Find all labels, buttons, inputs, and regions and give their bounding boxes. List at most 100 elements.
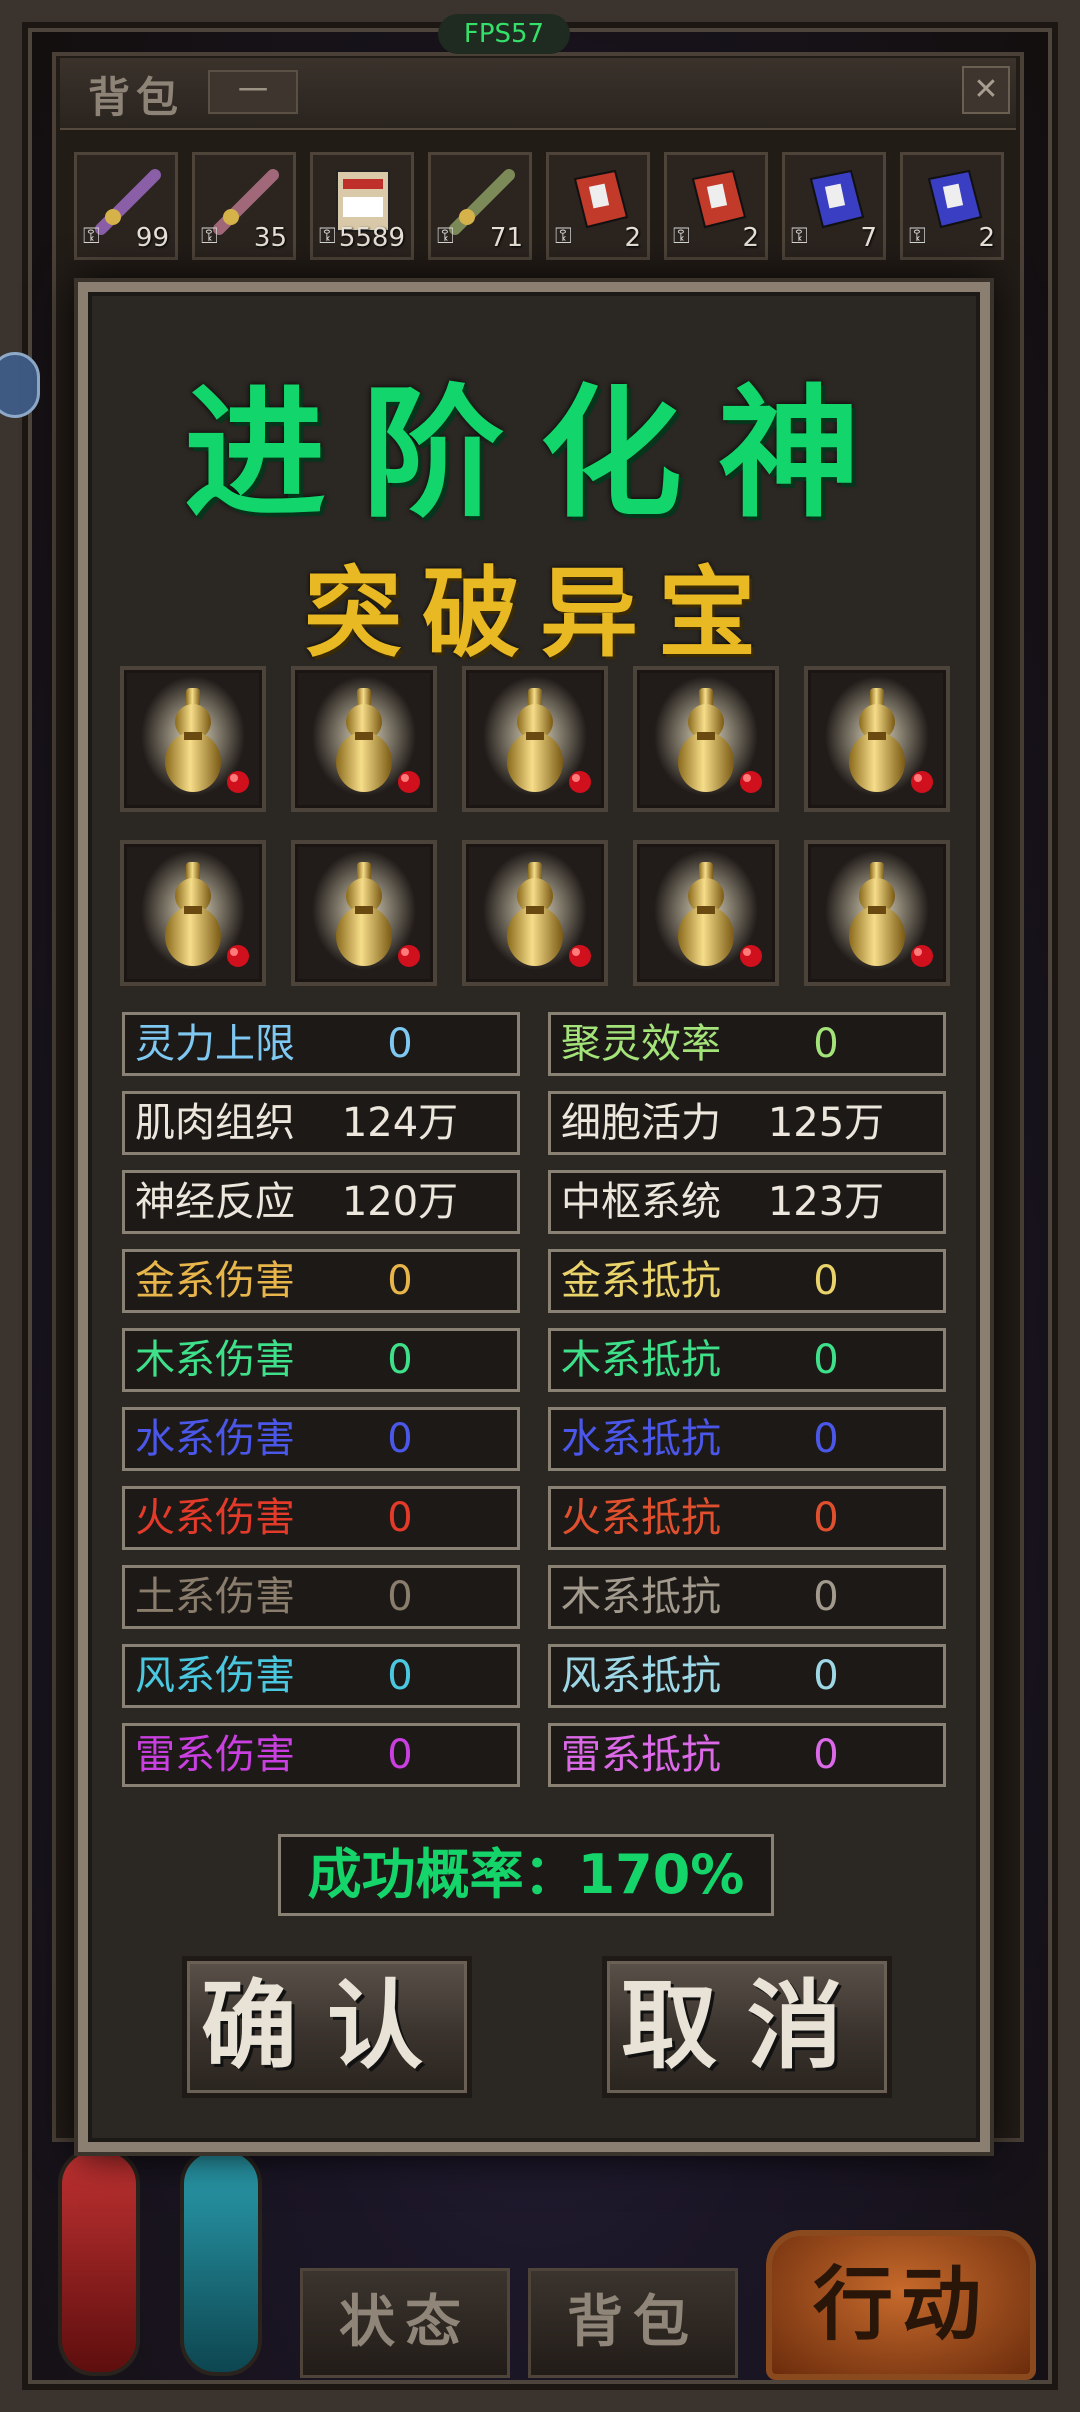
lock-icon: ⚿	[555, 224, 572, 249]
stat-value: 123万	[767, 1179, 885, 1225]
gourd-icon	[141, 676, 249, 796]
dialog-subtitle: 突破异宝	[303, 557, 776, 671]
lock-icon: ⚿	[909, 224, 926, 249]
dialog-title: 进阶化神	[184, 372, 896, 537]
item-count: 7	[860, 223, 877, 253]
stat-value: 0	[813, 1732, 839, 1778]
stat-label: 金系伤害	[135, 1258, 295, 1304]
stat-label: 神经反应	[135, 1179, 295, 1225]
stat-label: 聚灵效率	[561, 1021, 721, 1067]
stat-label: 水系伤害	[135, 1416, 295, 1462]
lock-icon: ⚿	[83, 224, 100, 249]
stat-row-left: 风系伤害 0	[122, 1644, 520, 1708]
stat-row-right: 细胞活力 125万	[548, 1091, 946, 1155]
stat-value: 0	[387, 1258, 413, 1304]
inventory-slot[interactable]: ⚿ 71	[428, 152, 532, 260]
gourd-icon	[654, 676, 762, 796]
treasure-slot[interactable]	[291, 840, 437, 986]
stat-value: 0	[387, 1021, 413, 1067]
stat-label: 火系抵抗	[561, 1495, 721, 1541]
stat-label: 肌肉组织	[135, 1100, 295, 1146]
inventory-slot[interactable]: ⚿ 35	[192, 152, 296, 260]
stat-row-right: 风系抵抗 0	[548, 1644, 946, 1708]
gourd-icon	[825, 850, 933, 970]
inventory-slot[interactable]: ⚿ 5589	[310, 152, 414, 260]
inventory-slot[interactable]: ⚿ 2	[546, 152, 650, 260]
stat-value: 0	[813, 1416, 839, 1462]
stat-value: 125万	[767, 1100, 885, 1146]
stat-value: 0	[387, 1495, 413, 1541]
treasure-slot[interactable]	[462, 666, 608, 812]
gourd-icon	[483, 850, 591, 970]
stat-row-left: 水系伤害 0	[122, 1407, 520, 1471]
bag-minimize-button[interactable]: 一	[208, 70, 298, 114]
stat-value: 0	[387, 1732, 413, 1778]
stat-value: 0	[813, 1495, 839, 1541]
cancel-button[interactable]: 取消	[602, 1956, 892, 2098]
item-count: 2	[742, 223, 759, 253]
gourd-icon	[312, 676, 420, 796]
gourd-icon	[483, 676, 591, 796]
item-count: 2	[978, 223, 995, 253]
treasure-slot[interactable]	[120, 840, 266, 986]
lock-icon: ⚿	[437, 224, 454, 249]
gourd-icon	[141, 850, 249, 970]
treasure-slot[interactable]	[462, 840, 608, 986]
inventory-slot[interactable]: ⚿ 2	[900, 152, 1004, 260]
stat-label: 中枢系统	[561, 1179, 721, 1225]
stat-value: 120万	[341, 1179, 459, 1225]
tab-bag[interactable]: 背包	[528, 2268, 738, 2378]
bag-title-bar	[60, 58, 1016, 130]
lock-icon: ⚿	[791, 224, 808, 249]
stat-row-right: 水系抵抗 0	[548, 1407, 946, 1471]
treasure-slot[interactable]	[291, 666, 437, 812]
stat-value: 0	[387, 1416, 413, 1462]
stat-label: 金系抵抗	[561, 1258, 721, 1304]
stat-row-left: 金系伤害 0	[122, 1249, 520, 1313]
stat-label: 水系抵抗	[561, 1416, 721, 1462]
stat-row-left: 火系伤害 0	[122, 1486, 520, 1550]
treasure-slot[interactable]	[633, 666, 779, 812]
gourd-icon	[654, 850, 762, 970]
stat-label: 木系伤害	[135, 1337, 295, 1383]
stat-row-right: 金系抵抗 0	[548, 1249, 946, 1313]
stat-value: 0	[813, 1574, 839, 1620]
stat-label: 雷系抵抗	[561, 1732, 721, 1778]
treasure-slot[interactable]	[633, 840, 779, 986]
stat-value: 0	[813, 1653, 839, 1699]
item-count: 2	[624, 223, 641, 253]
stat-row-left: 雷系伤害 0	[122, 1723, 520, 1787]
stat-row-right: 中枢系统 123万	[548, 1170, 946, 1234]
action-button[interactable]: 行动	[766, 2230, 1036, 2380]
stat-row-left: 木系伤害 0	[122, 1328, 520, 1392]
inventory-slot[interactable]: ⚿ 99	[74, 152, 178, 260]
stat-value: 0	[387, 1337, 413, 1383]
stat-label: 风系伤害	[135, 1653, 295, 1699]
treasure-slot[interactable]	[804, 840, 950, 986]
treasure-slot[interactable]	[120, 666, 266, 812]
stat-label: 火系伤害	[135, 1495, 295, 1541]
stat-label: 木系抵抗	[561, 1337, 721, 1383]
stat-label: 土系伤害	[135, 1574, 295, 1620]
confirm-button[interactable]: 确认	[182, 1956, 472, 2098]
success-rate: 成功概率：170%	[278, 1834, 774, 1916]
stat-label: 木系抵抗	[561, 1574, 721, 1620]
stat-row-left: 土系伤害 0	[122, 1565, 520, 1629]
inventory-slot[interactable]: ⚿ 7	[782, 152, 886, 260]
lock-icon: ⚿	[673, 224, 690, 249]
stat-value: 0	[813, 1337, 839, 1383]
stat-label: 雷系伤害	[135, 1732, 295, 1778]
inventory-slot[interactable]: ⚿ 2	[664, 152, 768, 260]
bag-close-button[interactable]: ✕	[962, 66, 1010, 114]
treasure-slot[interactable]	[804, 666, 950, 812]
item-count: 71	[489, 223, 523, 253]
stat-value: 0	[813, 1021, 839, 1067]
stat-value: 124万	[341, 1100, 459, 1146]
mana-orb	[180, 2148, 262, 2376]
stat-label: 风系抵抗	[561, 1653, 721, 1699]
stat-label: 细胞活力	[561, 1100, 721, 1146]
stat-row-right: 雷系抵抗 0	[548, 1723, 946, 1787]
health-orb	[58, 2148, 140, 2376]
fps-counter: FPS57	[438, 14, 570, 54]
tab-status[interactable]: 状态	[300, 2268, 510, 2378]
